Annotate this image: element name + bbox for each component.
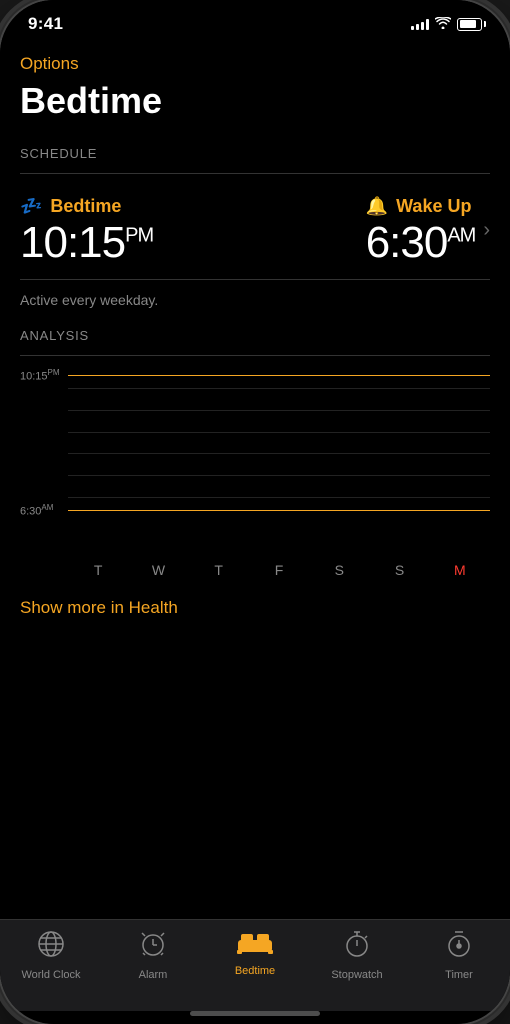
bedtime-tab-icon (237, 930, 273, 961)
day-label-2: T (189, 562, 249, 578)
day-label-4: S (309, 562, 369, 578)
grid-lines (68, 388, 490, 498)
status-icons (411, 16, 482, 32)
wakeup-time-suffix: AM (447, 224, 475, 246)
tab-timer[interactable]: Timer (408, 930, 510, 981)
analysis-section: ANALYSIS 10:15PM (20, 324, 490, 578)
bedtime-time[interactable]: 10:15PM (20, 221, 153, 265)
bedtime-chart-line: 10:15PM (20, 368, 490, 383)
tab-world-clock[interactable]: World Clock (0, 930, 102, 981)
world-clock-label: World Clock (21, 969, 80, 981)
signal-bars-icon (411, 19, 429, 30)
wakeup-chevron-icon: › (483, 219, 490, 242)
stopwatch-label: Stopwatch (331, 969, 382, 981)
chart-area: 10:15PM (20, 368, 490, 548)
bedtime-label: Bedtime (50, 196, 121, 217)
wakeup-chart-suffix: AM (41, 503, 53, 512)
tab-alarm[interactable]: Alarm (102, 930, 204, 981)
bedtime-line (68, 375, 490, 376)
day-label-1: W (128, 562, 188, 578)
wakeup-bell-icon: 🔔 (366, 196, 388, 217)
bedtime-tab-label: Bedtime (235, 965, 275, 977)
alarm-icon (139, 930, 167, 965)
options-link[interactable]: Options (20, 54, 490, 74)
day-label-5: S (369, 562, 429, 578)
analysis-divider (20, 355, 490, 356)
tab-stopwatch[interactable]: Stopwatch (306, 930, 408, 981)
grid-line-4 (68, 453, 490, 454)
show-health-link[interactable]: Show more in Health (20, 598, 490, 618)
tab-bar: World Clock Alarm (0, 919, 510, 1011)
bedtime-sleep-icon: 💤 (20, 196, 42, 217)
bedtime-chart-label-val: 10:15 (20, 371, 48, 383)
page-title: Bedtime (20, 80, 490, 122)
bedtime-chart-suffix: PM (48, 368, 60, 377)
timer-label: Timer (445, 969, 473, 981)
wakeup-time: 6:30AM (366, 221, 476, 265)
bedtime-time-suffix: PM (125, 224, 153, 246)
schedule-section-label: SCHEDULE (20, 142, 490, 161)
status-time: 9:41 (28, 14, 63, 34)
battery-fill (460, 20, 476, 28)
wakeup-col[interactable]: 🔔 Wake Up 6:30AM › (366, 196, 490, 265)
tab-bedtime[interactable]: Bedtime (204, 930, 306, 977)
wakeup-chart-label: 6:30AM (20, 503, 60, 518)
world-clock-icon (37, 930, 65, 965)
bedtime-time-value: 10:15 (20, 218, 125, 267)
grid-line-3 (68, 432, 490, 433)
grid-line-2 (68, 410, 490, 411)
wakeup-label: Wake Up (396, 196, 471, 217)
timer-icon (445, 930, 473, 965)
home-indicator (190, 1011, 320, 1016)
wakeup-chart-line: 6:30AM (20, 503, 490, 518)
stopwatch-icon (343, 930, 371, 965)
wakeup-time-value: 6:30 (366, 218, 448, 267)
screen: 9:41 (0, 0, 510, 1024)
day-label-3: F (249, 562, 309, 578)
wifi-icon (435, 16, 451, 32)
grid-line-1 (68, 388, 490, 389)
day-labels: TWTFSSM (20, 552, 490, 578)
bedtime-col: 💤 Bedtime 10:15PM (20, 196, 153, 265)
schedule-divider (20, 173, 490, 174)
active-text: Active every weekday. (20, 292, 490, 308)
bedtime-label-row: 💤 Bedtime (20, 196, 153, 217)
day-label-6: M (430, 562, 490, 578)
analysis-section-label: ANALYSIS (20, 324, 490, 343)
grid-line-6 (68, 497, 490, 498)
wakeup-line (68, 510, 490, 511)
schedule-bottom-divider (20, 279, 490, 280)
grid-line-5 (68, 475, 490, 476)
alarm-label: Alarm (139, 969, 168, 981)
bedtime-chart-label: 10:15PM (20, 368, 60, 383)
main-content: Options Bedtime SCHEDULE 💤 Bedtime 10:15… (0, 42, 510, 919)
schedule-row: 💤 Bedtime 10:15PM 🔔 Wake Up (20, 186, 490, 279)
notch (190, 0, 320, 30)
wakeup-chart-label-val: 6:30 (20, 506, 41, 518)
day-label-0: T (68, 562, 128, 578)
phone-frame: 9:41 (0, 0, 510, 1024)
battery-icon (457, 18, 482, 31)
wakeup-label-row: 🔔 Wake Up (366, 196, 476, 217)
